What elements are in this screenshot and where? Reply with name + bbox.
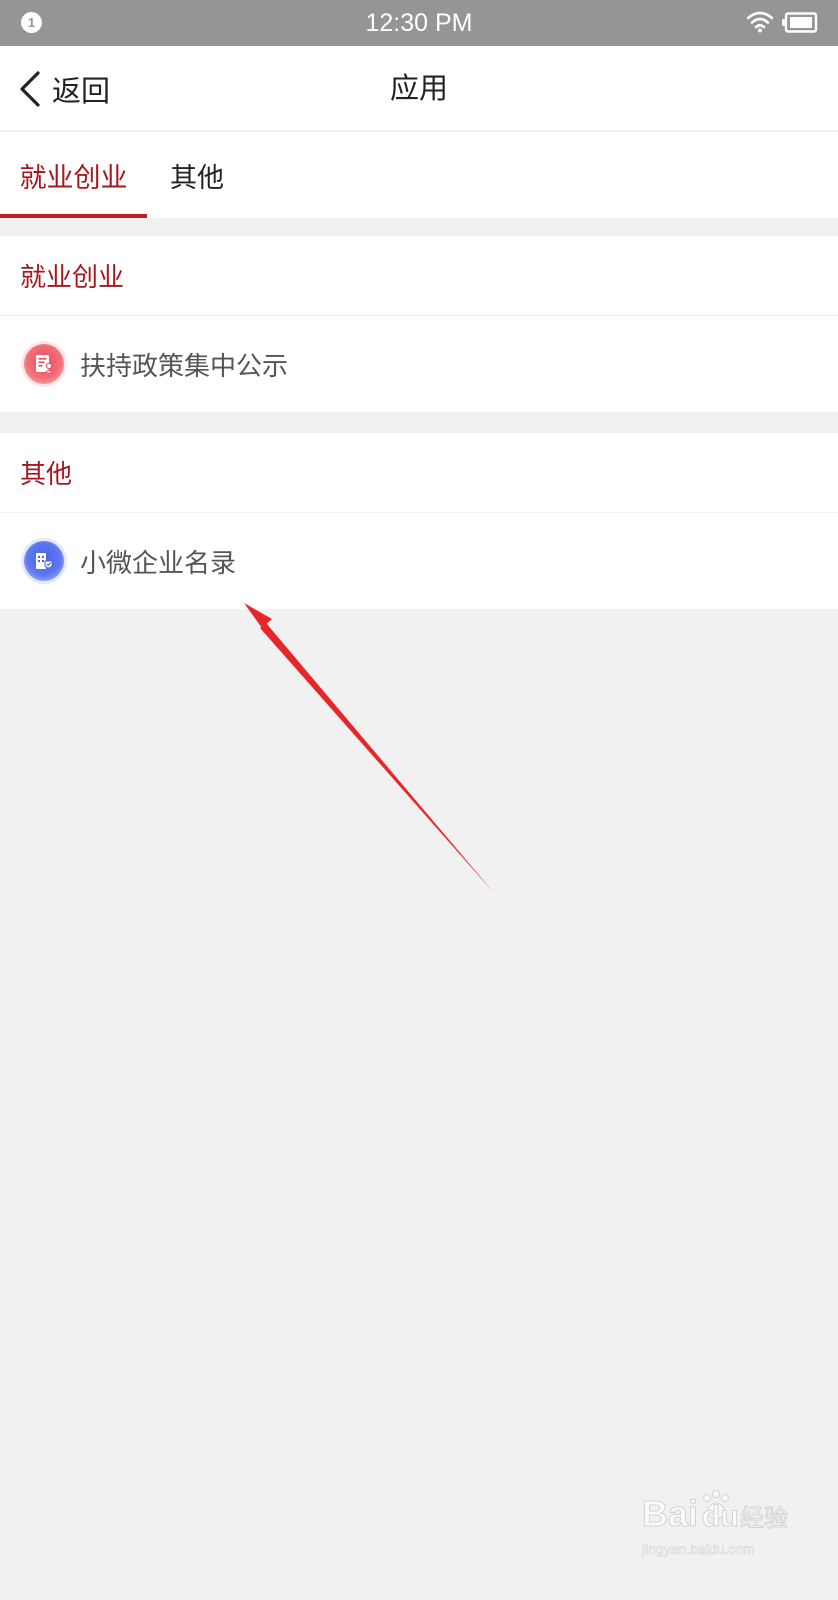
- watermark-brand-suffix: du: [702, 1500, 739, 1533]
- chevron-left-icon: [20, 70, 40, 107]
- status-bar: 1 12:30 PM: [0, 0, 838, 46]
- tab-employment-label: 就业创业: [19, 162, 128, 194]
- app-item-enterprise-directory[interactable]: 小微企业名录: [0, 513, 838, 609]
- enterprise-directory-icon: [24, 541, 64, 581]
- watermark-product: 经验: [740, 1504, 788, 1532]
- app-item-policy-publicity[interactable]: 扶持政策集中公示: [0, 316, 838, 412]
- tab-bar: 就业创业 其他: [0, 132, 838, 218]
- back-label: 返回: [52, 73, 111, 108]
- navigation-bar: 返回 应用: [0, 46, 838, 131]
- page-title: 应用: [389, 71, 448, 105]
- baidu-jingyan-watermark: Bai du 经验 jingyan.baidu.com: [641, 1490, 789, 1557]
- back-button[interactable]: 返回: [16, 46, 110, 131]
- app-label: 扶持政策集中公示: [80, 351, 289, 382]
- battery-icon: [782, 12, 818, 33]
- watermark-url: jingyan.baidu.com: [641, 1541, 755, 1557]
- tab-other-label: 其他: [170, 162, 224, 194]
- section-other: 其他 小微企业名录: [0, 433, 838, 609]
- section-employment: 就业创业 扶持政策集中公示: [0, 236, 838, 412]
- policy-document-icon: [24, 344, 64, 384]
- section-title: 其他: [0, 433, 838, 513]
- section-title: 就业创业: [0, 236, 838, 316]
- active-tab-indicator: [0, 214, 147, 218]
- tab-employment[interactable]: 就业创业: [0, 132, 147, 218]
- watermark-brand: Bai: [642, 1493, 698, 1534]
- wifi-icon: [747, 11, 773, 33]
- app-label: 小微企业名录: [80, 548, 237, 579]
- status-time: 12:30 PM: [365, 9, 473, 37]
- tab-other[interactable]: 其他: [147, 132, 247, 218]
